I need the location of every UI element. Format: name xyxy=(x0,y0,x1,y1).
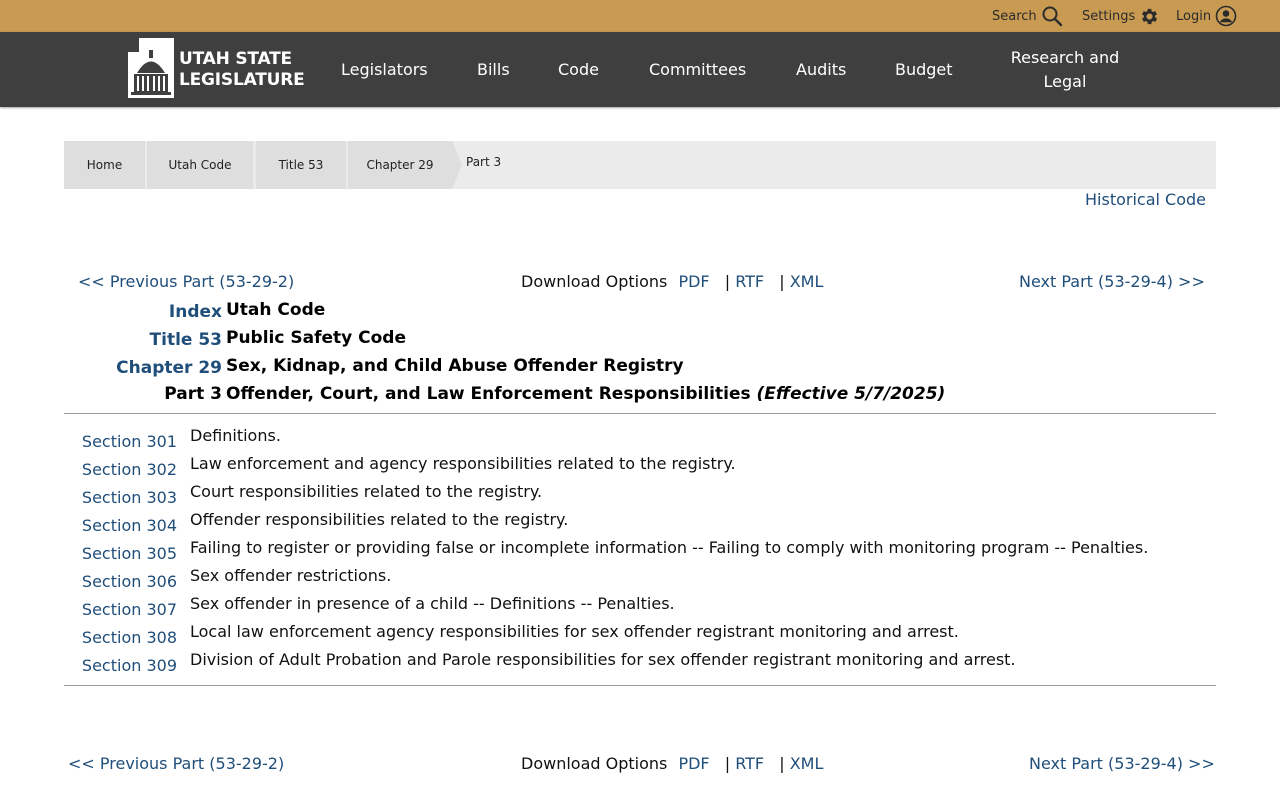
section-link[interactable]: Section 305 xyxy=(82,544,177,563)
search-button[interactable]: Search xyxy=(992,0,1063,32)
download-options-top: Download Options PDF | RTF | XML xyxy=(521,272,823,291)
section-link[interactable]: Section 301 xyxy=(82,432,177,451)
nav-research-line-1: Research and xyxy=(1010,47,1120,67)
nav-bills[interactable]: Bills xyxy=(477,32,510,107)
download-pdf-top[interactable]: PDF xyxy=(678,272,709,291)
heading-title-row: Title 53 Public Safety Code xyxy=(64,328,1216,356)
nav-research-and-legal[interactable]: Research and Legal xyxy=(1010,32,1120,107)
divider-bottom xyxy=(64,685,1216,686)
title-name: Public Safety Code xyxy=(226,328,407,348)
download-options-label: Download Options xyxy=(521,272,668,291)
download-xml-top[interactable]: XML xyxy=(790,272,824,291)
breadcrumb-chapter[interactable]: Chapter 29 xyxy=(348,141,452,189)
part-label: Part 3 xyxy=(164,384,222,404)
previous-part-link-bottom[interactable]: << Previous Part (53-29-2) xyxy=(68,754,284,773)
section-link[interactable]: Section 307 xyxy=(82,600,177,619)
section-description: Court responsibilities related to the re… xyxy=(190,482,543,501)
logo-line-2: LEGISLATURE xyxy=(179,70,305,90)
section-description: Failing to register or providing false o… xyxy=(190,538,1149,557)
section-description: Offender responsibilities related to the… xyxy=(190,510,569,529)
heading-part-row: Part 3 Offender, Court, and Law Enforcem… xyxy=(64,384,1216,412)
settings-button[interactable]: Settings xyxy=(1082,0,1160,32)
section-link[interactable]: Section 308 xyxy=(82,628,177,647)
title-link[interactable]: Title 53 xyxy=(150,330,222,350)
index-title: Utah Code xyxy=(226,300,326,320)
section-description: Definitions. xyxy=(190,426,281,445)
breadcrumb-title[interactable]: Title 53 xyxy=(256,141,346,189)
section-description: Sex offender in presence of a child -- D… xyxy=(190,594,675,613)
separator: | xyxy=(779,754,785,773)
separator: | xyxy=(779,272,785,291)
section-description: Local law enforcement agency responsibil… xyxy=(190,622,959,641)
settings-label: Settings xyxy=(1082,8,1136,24)
site-logo[interactable]: UTAH STATE LEGISLATURE xyxy=(128,38,305,102)
heading-index-row: Index Utah Code xyxy=(64,300,1216,328)
section-description: Sex offender restrictions. xyxy=(190,566,392,585)
nav-committees[interactable]: Committees xyxy=(649,32,746,107)
download-rtf-bottom[interactable]: RTF xyxy=(735,754,764,773)
separator: | xyxy=(724,272,731,291)
download-pdf-bottom[interactable]: PDF xyxy=(678,754,709,773)
divider-top xyxy=(64,413,1216,414)
section-link[interactable]: Section 302 xyxy=(82,460,177,479)
chapter-link[interactable]: Chapter 29 xyxy=(116,358,222,378)
nav-research-line-2: Legal xyxy=(1043,71,1087,91)
breadcrumb-part: Part 3 xyxy=(466,155,502,169)
nav-legislators[interactable]: Legislators xyxy=(341,32,428,107)
search-label: Search xyxy=(992,8,1037,24)
next-part-link-top[interactable]: Next Part (53-29-4) >> xyxy=(1019,272,1205,291)
section-link[interactable]: Section 304 xyxy=(82,516,177,535)
previous-part-link-top[interactable]: << Previous Part (53-29-2) xyxy=(78,272,294,291)
nav-audits[interactable]: Audits xyxy=(796,32,846,107)
utility-bar: Search Settings Login xyxy=(0,0,1280,32)
part-name: Offender, Court, and Law Enforcement Res… xyxy=(226,384,945,404)
historical-code-link[interactable]: Historical Code xyxy=(1085,190,1206,209)
section-description: Division of Adult Probation and Parole r… xyxy=(190,650,1016,669)
search-icon xyxy=(1041,5,1063,27)
capitol-icon xyxy=(128,38,174,102)
breadcrumb-home[interactable]: Home xyxy=(64,141,145,189)
login-label: Login xyxy=(1176,8,1212,24)
separator: | xyxy=(724,754,731,773)
main-navigation: UTAH STATE LEGISLATURE Legislators Bills… xyxy=(0,32,1280,107)
section-description: Law enforcement and agency responsibilit… xyxy=(190,454,736,473)
gear-icon xyxy=(1139,6,1160,27)
section-link[interactable]: Section 309 xyxy=(82,656,177,675)
section-row: Section 309 Division of Adult Probation … xyxy=(64,650,1216,682)
section-link[interactable]: Section 306 xyxy=(82,572,177,591)
breadcrumb-arrow-icon xyxy=(452,141,462,189)
part-effective-date: (Effective 5/7/2025) xyxy=(756,384,946,404)
logo-line-1: UTAH STATE xyxy=(179,49,292,69)
login-button[interactable]: Login xyxy=(1176,0,1237,32)
download-options-label: Download Options xyxy=(521,754,668,773)
part-title-text: Offender, Court, and Law Enforcement Res… xyxy=(226,384,751,404)
heading-chapter-row: Chapter 29 Sex, Kidnap, and Child Abuse … xyxy=(64,356,1216,384)
chapter-name: Sex, Kidnap, and Child Abuse Offender Re… xyxy=(226,356,684,376)
breadcrumb: Home Utah Code Title 53 Chapter 29 Part … xyxy=(64,141,1216,189)
nav-code[interactable]: Code xyxy=(558,32,599,107)
breadcrumb-utah-code[interactable]: Utah Code xyxy=(147,141,253,189)
download-xml-bottom[interactable]: XML xyxy=(790,754,824,773)
logo-text: UTAH STATE LEGISLATURE xyxy=(179,49,305,91)
index-link[interactable]: Index xyxy=(169,302,222,322)
download-rtf-top[interactable]: RTF xyxy=(735,272,764,291)
user-icon xyxy=(1215,5,1237,27)
nav-budget[interactable]: Budget xyxy=(895,32,953,107)
section-link[interactable]: Section 303 xyxy=(82,488,177,507)
download-options-bottom: Download Options PDF | RTF | XML xyxy=(521,754,823,773)
next-part-link-bottom[interactable]: Next Part (53-29-4) >> xyxy=(1029,754,1215,773)
